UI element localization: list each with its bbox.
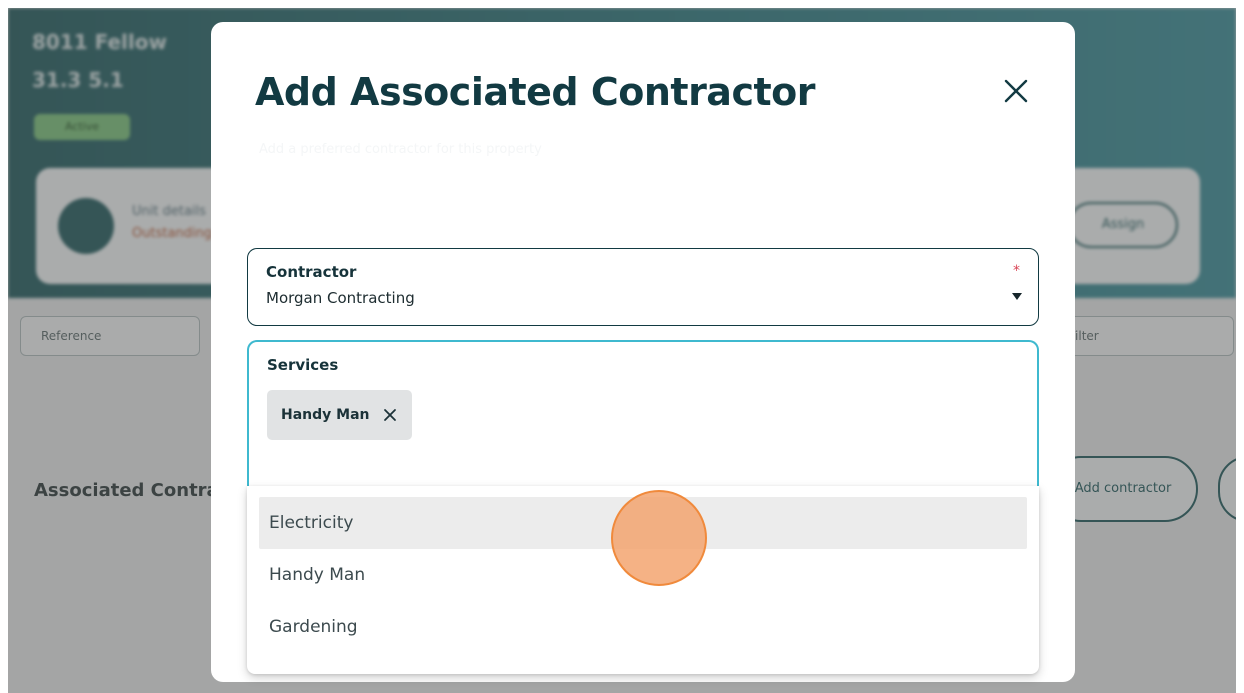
add-contractor-dialog: Add Associated Contractor Add a preferre… [211, 22, 1075, 682]
chip-label: Handy Man [281, 407, 370, 423]
contractor-select[interactable]: Contractor Morgan Contracting * [247, 248, 1039, 326]
selected-service-chip: Handy Man [267, 390, 412, 440]
dialog-title: Add Associated Contractor [255, 70, 816, 114]
option-label: Gardening [269, 617, 358, 637]
option-handy-man[interactable]: Handy Man [259, 549, 1027, 601]
close-icon [1004, 79, 1028, 103]
option-electricity[interactable]: Electricity [259, 497, 1027, 549]
contractor-label: Contractor [266, 263, 357, 281]
services-multiselect[interactable]: Services Handy Man [247, 340, 1039, 490]
services-dropdown-menu: Electricity Handy Man Gardening [247, 486, 1039, 674]
option-label: Handy Man [269, 565, 366, 585]
chevron-down-icon[interactable] [1012, 293, 1022, 300]
remove-chip-button[interactable] [382, 407, 398, 423]
contractor-value: Morgan Contracting [266, 289, 415, 307]
option-gardening[interactable]: Gardening [259, 601, 1027, 653]
close-button[interactable] [999, 74, 1033, 108]
required-marker: * [1013, 263, 1020, 279]
dialog-subtitle: Add a preferred contractor for this prop… [259, 142, 542, 157]
screen: 8011 Fellow 31.3 5.1 Active Unit details… [8, 8, 1236, 693]
services-label: Services [267, 356, 339, 374]
close-icon [383, 409, 396, 421]
option-label: Electricity [269, 513, 354, 533]
